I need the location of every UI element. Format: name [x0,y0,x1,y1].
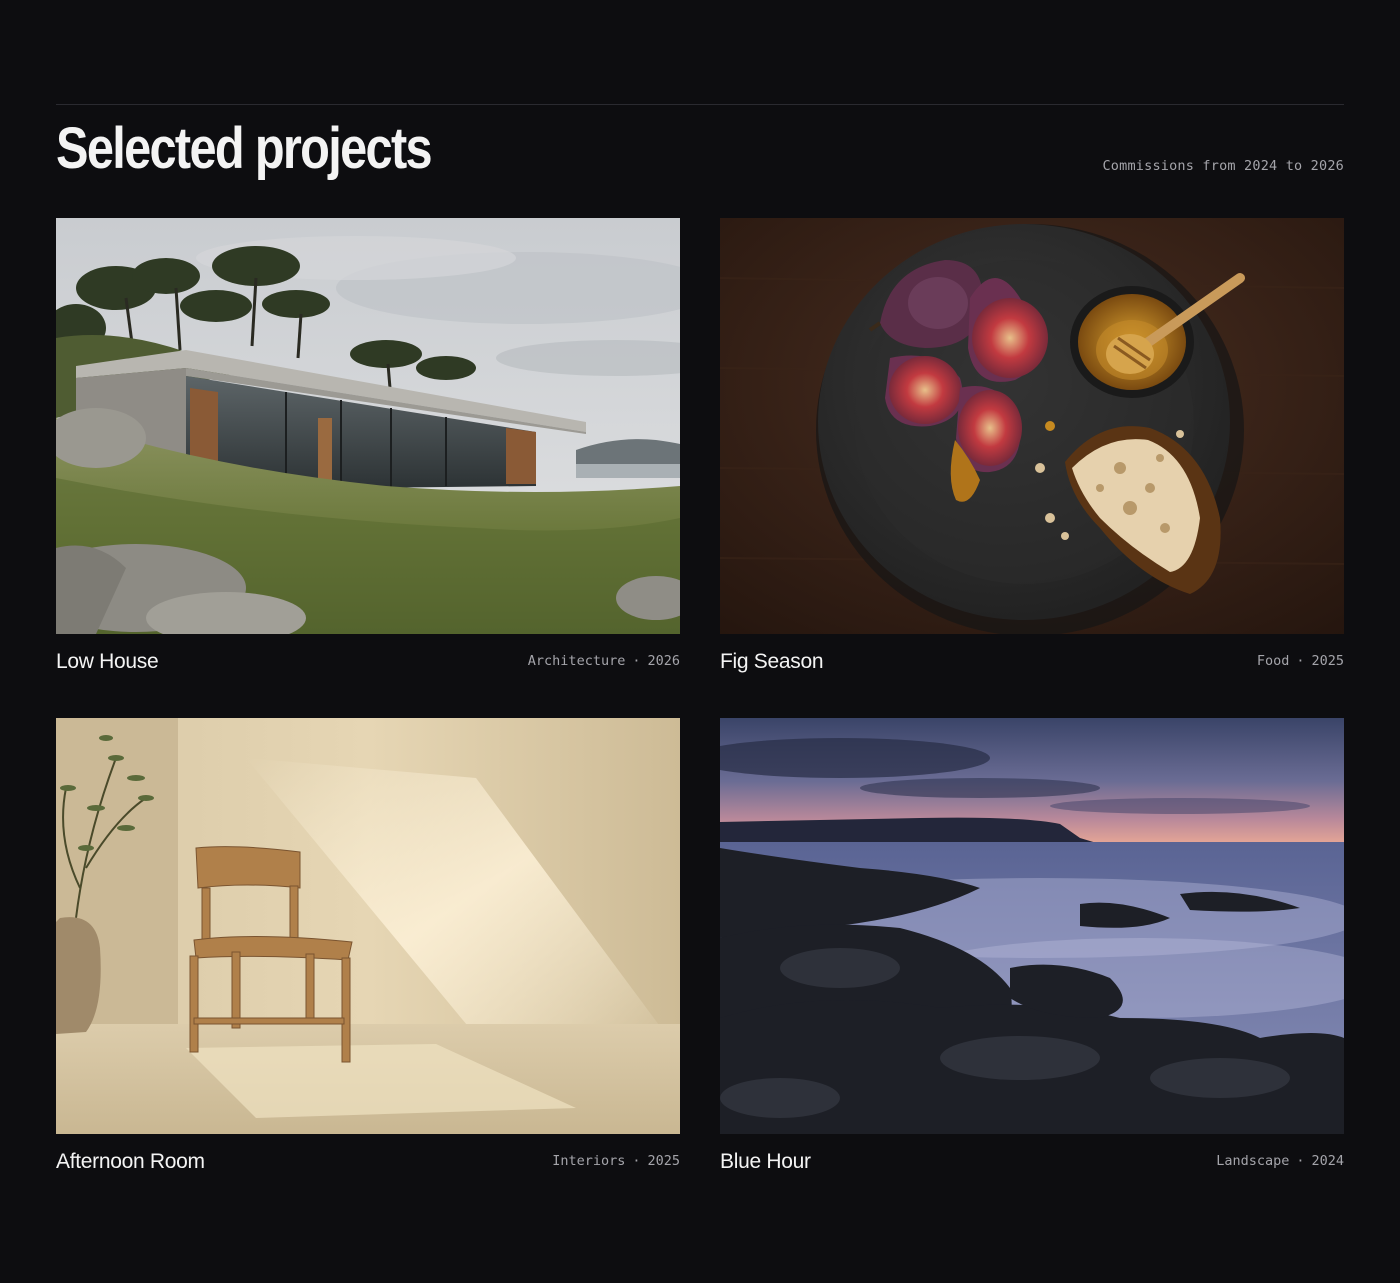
meta-separator: · [632,653,641,669]
project-photo-afternoon-room[interactable] [56,718,680,1134]
project-title[interactable]: Fig Season [720,650,824,674]
project-photo-fig-season[interactable] [720,218,1344,634]
project-meta: Interiors · 2025 [552,1153,680,1169]
project-caption: Low House Architecture · 2026 [56,634,680,684]
project-card-afternoon-room[interactable]: Afternoon Room Interiors · 2025 [56,718,680,1184]
meta-separator: · [1296,653,1305,669]
page-title: Selected projects [56,116,433,181]
project-photo-low-house[interactable] [56,218,680,634]
project-category: Interiors [552,1153,626,1169]
header-divider [56,104,1344,105]
project-meta: Food · 2025 [1257,653,1344,669]
project-year: 2024 [1311,1153,1344,1169]
project-card-blue-hour[interactable]: Blue Hour Landscape · 2024 [720,718,1344,1184]
project-caption: Fig Season Food · 2025 [720,634,1344,684]
meta-separator: · [632,1153,641,1169]
project-title[interactable]: Afternoon Room [56,1150,205,1174]
project-year: 2026 [647,653,680,669]
project-year: 2025 [647,1153,680,1169]
project-category: Architecture [527,653,626,669]
project-card-low-house[interactable]: Low House Architecture · 2026 [56,218,680,684]
meta-separator: · [1296,1153,1305,1169]
project-year: 2025 [1311,653,1344,669]
project-title[interactable]: Low House [56,650,159,674]
project-photo-blue-hour[interactable] [720,718,1344,1134]
project-title[interactable]: Blue Hour [720,1150,811,1174]
project-category: Landscape [1216,1153,1290,1169]
project-caption: Afternoon Room Interiors · 2025 [56,1134,680,1184]
project-meta: Landscape · 2024 [1216,1153,1344,1169]
project-category: Food [1256,653,1290,669]
project-meta: Architecture · 2026 [528,653,680,669]
page-subtitle: Commissions from 2024 to 2026 [1102,158,1344,174]
project-caption: Blue Hour Landscape · 2024 [720,1134,1344,1184]
project-card-fig-season[interactable]: Fig Season Food · 2025 [720,218,1344,684]
